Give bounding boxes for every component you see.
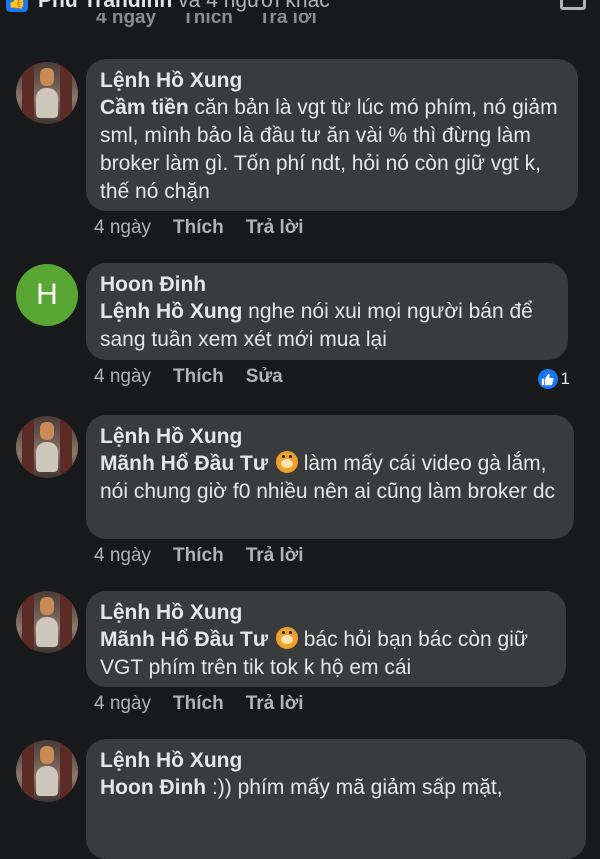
avatar[interactable] <box>16 62 78 124</box>
prev-reply[interactable]: Trả lời <box>259 13 317 28</box>
reply-button[interactable]: Trả lời <box>246 693 304 715</box>
comment-actions: 4 ngày Thích Sửa <box>94 366 283 388</box>
mention[interactable]: Lệnh Hồ Xung <box>100 300 242 323</box>
comment-time: 4 ngày <box>94 366 152 387</box>
reactor-name[interactable]: Phú Trầndình <box>38 0 172 13</box>
comment-time: 4 ngày <box>94 217 152 238</box>
avatar[interactable] <box>16 416 78 478</box>
comment-time: 4 ngày <box>94 693 152 714</box>
edit-button[interactable]: Sửa <box>246 366 283 388</box>
comment-actions: 4 ngày Thích Trả lời <box>94 693 304 715</box>
mention[interactable]: Hoon Đinh <box>100 776 206 799</box>
comment-bubble[interactable]: Lệnh Hồ Xung Mãnh Hổ Đầu Tư làm mấy cái … <box>86 415 574 539</box>
avatar-letter: H <box>36 278 58 311</box>
like-button[interactable]: Thích <box>173 217 224 239</box>
reactor-others[interactable]: và 4 người khác <box>178 0 330 13</box>
like-button[interactable]: Thích <box>173 545 224 567</box>
comment-text: Hoon Đinh :)) phím mấy mã giảm sấp mặt, <box>100 774 572 802</box>
mention[interactable]: Mãnh Hổ Đầu Tư <box>100 628 268 651</box>
comment-time: 4 ngày <box>94 545 152 566</box>
reaction-summary[interactable]: 1 <box>537 369 570 389</box>
like-reaction-icon <box>537 369 558 389</box>
prev-like[interactable]: Thích <box>182 13 233 28</box>
mention[interactable]: Mãnh Hổ Đầu Tư <box>100 452 268 475</box>
like-button[interactable]: Thích <box>173 366 224 388</box>
comment-text: Mãnh Hổ Đầu Tư bác hỏi bạn bác còn giữ V… <box>100 626 552 682</box>
comment-author[interactable]: Lệnh Hồ Xung <box>100 748 572 774</box>
tiger-emoji-icon <box>275 451 298 473</box>
reply-button[interactable]: Trả lời <box>246 545 304 567</box>
comment-bubble[interactable]: Hoon Đinh Lệnh Hồ Xung nghe nói xui mọi … <box>86 263 568 360</box>
like-icon: 👍 <box>6 0 28 12</box>
reply-button[interactable]: Trả lời <box>246 217 304 239</box>
comment-actions: 4 ngày Thích Trả lời <box>94 217 304 239</box>
prev-time: 4 ngày <box>96 13 157 28</box>
comment-author[interactable]: Lệnh Hồ Xung <box>100 600 552 626</box>
comment-author[interactable]: Lệnh Hồ Xung <box>100 68 564 94</box>
comment-actions: 4 ngày Thích Trả lời <box>94 545 304 567</box>
comment-text: Mãnh Hổ Đầu Tư làm mấy cái video gà lắm,… <box>100 450 560 506</box>
comment-body: :)) phím mấy mã giảm sấp mặt, <box>206 776 503 799</box>
comment-bubble[interactable]: Lệnh Hồ Xung Hoon Đinh :)) phím mấy mã g… <box>86 739 586 859</box>
mention[interactable]: Cầm tiền <box>100 96 189 119</box>
comment-text: Cầm tiền căn bản là vgt từ lúc mó phím, … <box>100 94 564 206</box>
share-icon[interactable] <box>560 0 586 10</box>
avatar[interactable] <box>16 591 78 653</box>
like-button[interactable]: Thích <box>173 693 224 715</box>
avatar[interactable] <box>16 740 78 802</box>
tiger-emoji-icon <box>275 627 298 649</box>
previous-comment-actions: 4 ngày Thích Trả lời <box>96 13 343 33</box>
comment-author[interactable]: Lệnh Hồ Xung <box>100 424 560 450</box>
comment-bubble[interactable]: Lệnh Hồ Xung Cầm tiền căn bản là vgt từ … <box>86 59 578 211</box>
comment-author[interactable]: Hoon Đinh <box>100 272 554 298</box>
avatar[interactable]: H <box>16 264 78 326</box>
reaction-count: 1 <box>560 369 570 388</box>
comment-bubble[interactable]: Lệnh Hồ Xung Mãnh Hổ Đầu Tư bác hỏi bạn … <box>86 591 566 687</box>
comment-text: Lệnh Hồ Xung nghe nói xui mọi người bán … <box>100 298 554 354</box>
